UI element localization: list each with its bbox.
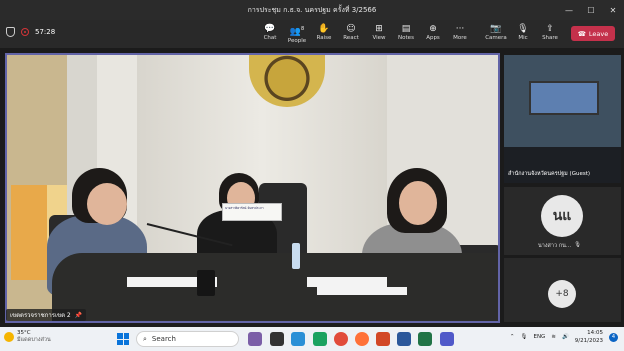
leave-button[interactable]: ☎ Leave: [571, 26, 615, 41]
word-icon[interactable]: [397, 332, 411, 346]
papers: [307, 277, 387, 287]
main-video-tile[interactable]: [5, 53, 500, 323]
weather-widget[interactable]: 35°C มีแดดบางส่วน: [4, 330, 51, 344]
notes-button[interactable]: ▤ Notes: [393, 23, 419, 47]
chat-button[interactable]: 💬 Chat: [257, 23, 283, 47]
face: [87, 183, 127, 225]
chrome-icon[interactable]: [334, 332, 348, 346]
hand-icon: ✋: [318, 24, 330, 34]
participant-caption: นางสาว กน... 🎙: [538, 242, 581, 250]
speaker-icon[interactable]: 🔊: [562, 334, 569, 340]
room-screen: [529, 81, 599, 115]
excel-icon[interactable]: [418, 332, 432, 346]
window-title: การประชุม ก.ธ.จ. นครปฐม ครั้งที่ 3/2566: [247, 5, 377, 14]
chevron-up-icon[interactable]: ⌃: [510, 334, 515, 340]
grid-icon: ⊞: [375, 24, 383, 34]
recording-icon: [21, 28, 29, 36]
notification-badge[interactable]: 4: [609, 332, 618, 342]
weather-desc: มีแดดบางส่วน: [17, 337, 51, 343]
share-icon: ⇪: [546, 24, 554, 34]
search-placeholder: Search: [151, 335, 176, 343]
desk-nameplate: นางสาวธิดารัตน์ จันทรประภา: [222, 203, 282, 221]
view-button[interactable]: ⊞ View: [366, 23, 392, 47]
water-bottle: [292, 243, 300, 269]
react-button[interactable]: ☺ React: [338, 23, 364, 47]
firefox-icon[interactable]: [355, 332, 369, 346]
mic-off-icon: 🎙: [574, 242, 582, 248]
app-icon[interactable]: [248, 332, 262, 346]
app-icon[interactable]: [313, 332, 327, 346]
mic-icon[interactable]: 🎙: [520, 334, 527, 340]
clock[interactable]: 14:05 9/21/2023: [575, 329, 603, 345]
ellipsis-icon: ···: [455, 24, 465, 34]
people-icon: 👥8: [289, 26, 305, 37]
face: [399, 181, 437, 225]
pin-icon[interactable]: 📌: [75, 312, 82, 319]
apps-button[interactable]: ⊕ Apps: [420, 23, 446, 47]
people-count: 8: [301, 26, 305, 32]
date: 9/21/2023: [574, 338, 603, 344]
time: 14:05: [587, 330, 603, 336]
participant-name: สำนักงานจังหวัดนครปฐม (Guest): [508, 171, 591, 177]
raise-hand-button[interactable]: ✋ Raise: [311, 23, 337, 47]
people-button[interactable]: 👥8 People: [284, 23, 310, 47]
lamp: [11, 185, 47, 280]
participant-name: นางสาว กน...: [538, 243, 572, 249]
maximize-button[interactable]: ☐: [580, 0, 602, 20]
meeting-table: [52, 253, 498, 321]
window-controls: — ☐ ✕: [558, 0, 624, 20]
powerpoint-icon[interactable]: [376, 332, 390, 346]
smiley-icon: ☺: [346, 24, 356, 34]
papers: [317, 287, 407, 295]
phone-hangup-icon: ☎: [577, 29, 586, 38]
language-indicator[interactable]: ENG: [533, 334, 545, 340]
app-icon[interactable]: [291, 332, 305, 346]
shield-icon: [6, 27, 15, 37]
camera-icon: 📷: [490, 24, 502, 34]
call-timer: 57:28: [35, 28, 56, 36]
app-icon[interactable]: [270, 332, 284, 346]
meeting-toolbar: 57:28 💬 Chat 👥8 People ✋ Raise ☺ React ⊞ View…: [0, 20, 624, 48]
close-button[interactable]: ✕: [602, 0, 624, 20]
apps-icon: ⊕: [429, 24, 437, 34]
system-tray: ⌃ 🎙 ENG ≋ 🔊 14:05 9/21/2023 4: [510, 329, 618, 345]
mic-off-icon: 🎙: [517, 24, 529, 34]
title-bar: การประชุม ก.ธ.จ. นครปฐม ครั้งที่ 3/2566 …: [0, 0, 624, 20]
sun-icon: [4, 332, 14, 342]
main-video-caption: เขตตรวจราชการเขต 2 📌: [6, 309, 87, 321]
overflow-count[interactable]: +8: [548, 280, 576, 308]
taskbar: 35°C มีแดดบางส่วน ⌕ Search ⌃ 🎙 ENG ≋ 🔊 1…: [0, 327, 624, 351]
cup: [197, 270, 215, 296]
share-button[interactable]: ⇪ Share: [537, 23, 563, 47]
avatar: นแ: [541, 195, 583, 237]
chat-icon: 💬: [264, 24, 276, 34]
wifi-icon[interactable]: ≋: [551, 334, 556, 340]
mic-button[interactable]: 🎙 Mic: [510, 23, 536, 47]
participant-name: เขตตรวจราชการเขต 2: [10, 312, 71, 319]
search-icon: ⌕: [143, 334, 147, 343]
side-video-tile[interactable]: [504, 55, 621, 183]
taskbar-search[interactable]: ⌕ Search: [136, 331, 239, 347]
teams-icon[interactable]: [440, 332, 454, 346]
call-status: 57:28: [6, 27, 55, 37]
camera-button[interactable]: 📷 Camera: [483, 23, 509, 47]
start-button[interactable]: [117, 333, 129, 345]
notes-icon: ▤: [401, 24, 411, 34]
minimize-button[interactable]: —: [558, 0, 580, 20]
more-button[interactable]: ··· More: [447, 23, 473, 47]
